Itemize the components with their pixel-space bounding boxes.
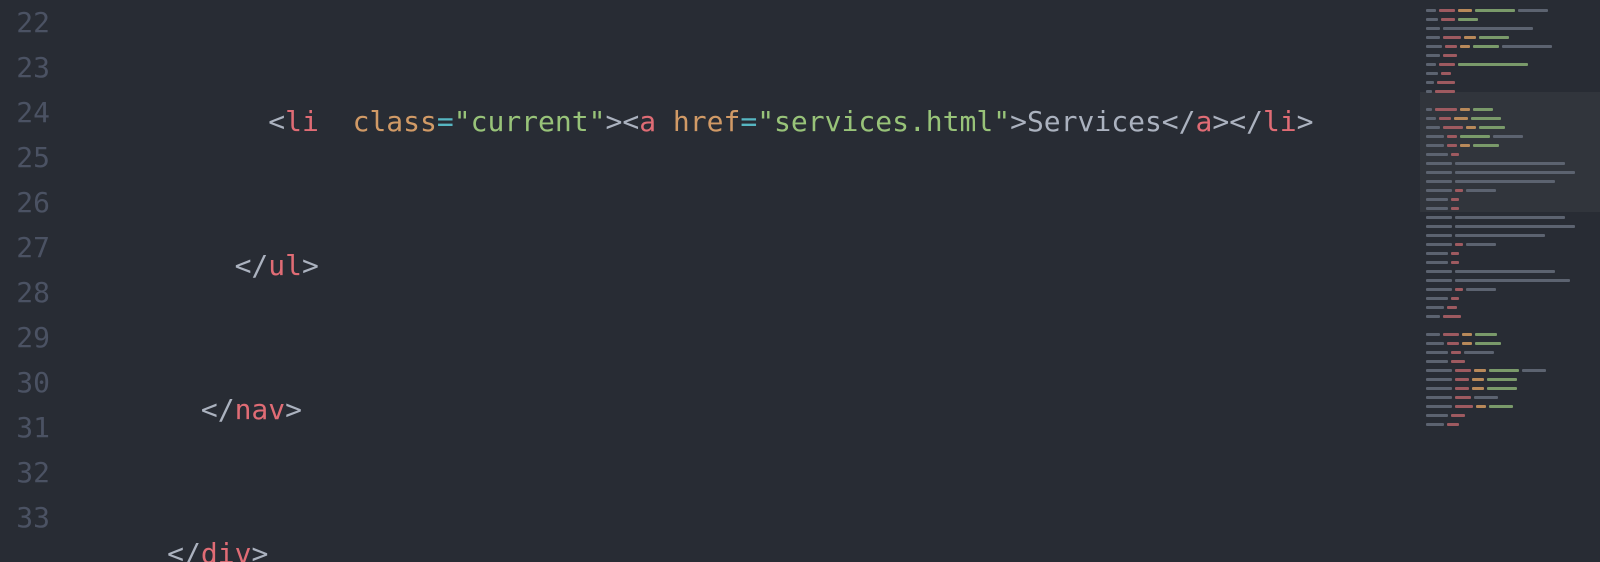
line-number: 31	[0, 405, 50, 450]
space	[319, 105, 353, 138]
tag-a-close: a	[1196, 105, 1213, 138]
angle-close: >	[251, 537, 268, 562]
line-number: 33	[0, 495, 50, 540]
angle-open: </	[167, 537, 201, 562]
line-number: 26	[0, 180, 50, 225]
line-number: 22	[0, 0, 50, 45]
line-number: 25	[0, 135, 50, 180]
tag-div-close: div	[201, 537, 252, 562]
line-number: 24	[0, 90, 50, 135]
equals: =	[437, 105, 454, 138]
attr-value: "current"	[454, 105, 606, 138]
line-number: 29	[0, 315, 50, 360]
line-number: 27	[0, 225, 50, 270]
angle-open: </	[1229, 105, 1263, 138]
code-line[interactable]: </nav>	[66, 387, 1600, 432]
line-number: 23	[0, 45, 50, 90]
tag-ul-close: ul	[268, 249, 302, 282]
code-line[interactable]: <li class="current"><a href="services.ht…	[66, 99, 1600, 144]
indent	[66, 249, 235, 282]
angle-close: >	[1212, 105, 1229, 138]
angle-open: </	[201, 393, 235, 426]
indent	[66, 537, 167, 562]
angle-close: >	[1010, 105, 1027, 138]
indent	[66, 105, 268, 138]
angle-open: </	[235, 249, 269, 282]
line-number-gutter: 22 23 24 25 26 27 28 29 30 31 32 33	[0, 0, 66, 562]
tag-li-close: li	[1263, 105, 1297, 138]
angle-open: <	[268, 105, 285, 138]
attr-value: "services.html"	[757, 105, 1010, 138]
angle-close: >	[605, 105, 622, 138]
indent	[66, 393, 201, 426]
attr-class: class	[353, 105, 437, 138]
code-editor[interactable]: 22 23 24 25 26 27 28 29 30 31 32 33 <li …	[0, 0, 1600, 562]
angle-open: <	[622, 105, 639, 138]
text-content: Services	[1027, 105, 1162, 138]
line-number: 28	[0, 270, 50, 315]
angle-open: </	[1162, 105, 1196, 138]
angle-close: >	[1297, 105, 1314, 138]
minimap-lines	[1426, 8, 1596, 431]
code-line[interactable]: </div>	[66, 531, 1600, 562]
code-area[interactable]: <li class="current"><a href="services.ht…	[66, 0, 1600, 562]
attr-href: href	[673, 105, 740, 138]
line-number: 30	[0, 360, 50, 405]
tag-nav-close: nav	[235, 393, 286, 426]
tag-a: a	[639, 105, 656, 138]
angle-close: >	[302, 249, 319, 282]
line-number: 32	[0, 450, 50, 495]
tag-li: li	[285, 105, 319, 138]
angle-close: >	[285, 393, 302, 426]
minimap[interactable]	[1420, 0, 1600, 562]
space	[656, 105, 673, 138]
equals: =	[740, 105, 757, 138]
code-line[interactable]: </ul>	[66, 243, 1600, 288]
